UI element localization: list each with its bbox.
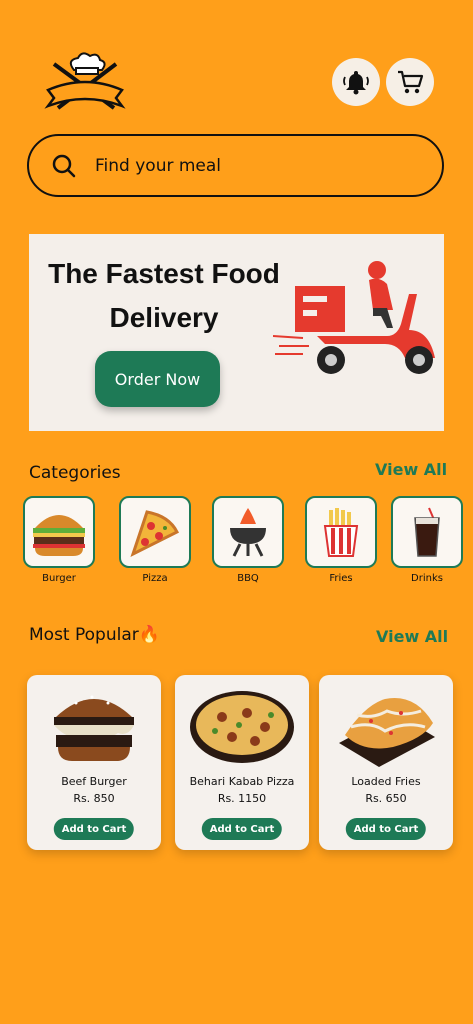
product-price: Rs. 650 [365,792,407,805]
burger-icon [33,515,85,556]
promo-banner: The Fastest Food Delivery Order Now [29,234,444,431]
product-name: Loaded Fries [351,775,421,788]
pizza-icon [130,510,180,557]
category-label-drinks: Drinks [411,573,443,584]
category-burger[interactable] [23,496,95,568]
order-now-button[interactable]: Order Now [95,351,220,407]
add-to-cart-button[interactable]: Add to Cart [53,818,135,840]
category-drinks[interactable] [391,496,463,568]
category-label-pizza: Pizza [142,573,168,584]
product-card-behari-kabab-pizza[interactable]: Behari Kabab Pizza Rs. 1150 Add to Cart [175,675,309,850]
banner-title-line2: Delivery [109,302,219,333]
category-fries[interactable] [305,496,377,568]
categories-view-all-link[interactable]: View All [375,460,447,479]
cart-button[interactable] [386,58,434,106]
search-input[interactable] [95,155,395,176]
add-to-cart-button[interactable]: Add to Cart [201,818,283,840]
fries-icon [323,508,359,557]
banner-title-line1: The Fastest Food [48,258,280,289]
category-pizza[interactable] [119,496,191,568]
add-to-cart-button[interactable]: Add to Cart [345,818,427,840]
chef-hat-utensils-logo [44,52,126,110]
category-label-burger: Burger [42,573,76,584]
bell-icon [343,71,369,95]
notification-button[interactable] [332,58,380,106]
category-bbq[interactable] [212,496,284,568]
banner-title: The Fastest Food Delivery [29,252,299,340]
product-price: Rs. 1150 [217,792,267,805]
product-name: Beef Burger [61,775,127,788]
product-card-loaded-fries[interactable]: Loaded Fries Rs. 650 Add to Cart [319,675,453,850]
beef-burger-image [54,695,134,761]
product-name: Behari Kabab Pizza [189,775,295,788]
category-label-fries: Fries [329,573,353,584]
product-card-beef-burger[interactable]: Beef Burger Rs. 850 Add to Cart [27,675,161,850]
delivery-scooter-icon [273,261,435,374]
behari-kabab-pizza-image [190,691,294,763]
category-label-bbq: BBQ [237,573,259,584]
categories-title: Categories [29,463,121,483]
bbq-icon [230,508,266,557]
cart-icon [398,70,424,94]
product-price: Rs. 850 [73,792,115,805]
drink-icon [414,507,440,557]
popular-title: Most Popular🔥 [29,625,160,645]
search-icon [52,154,76,177]
search-bar[interactable] [27,134,444,197]
loaded-fries-image [339,698,435,767]
popular-view-all-link[interactable]: View All [376,627,448,646]
